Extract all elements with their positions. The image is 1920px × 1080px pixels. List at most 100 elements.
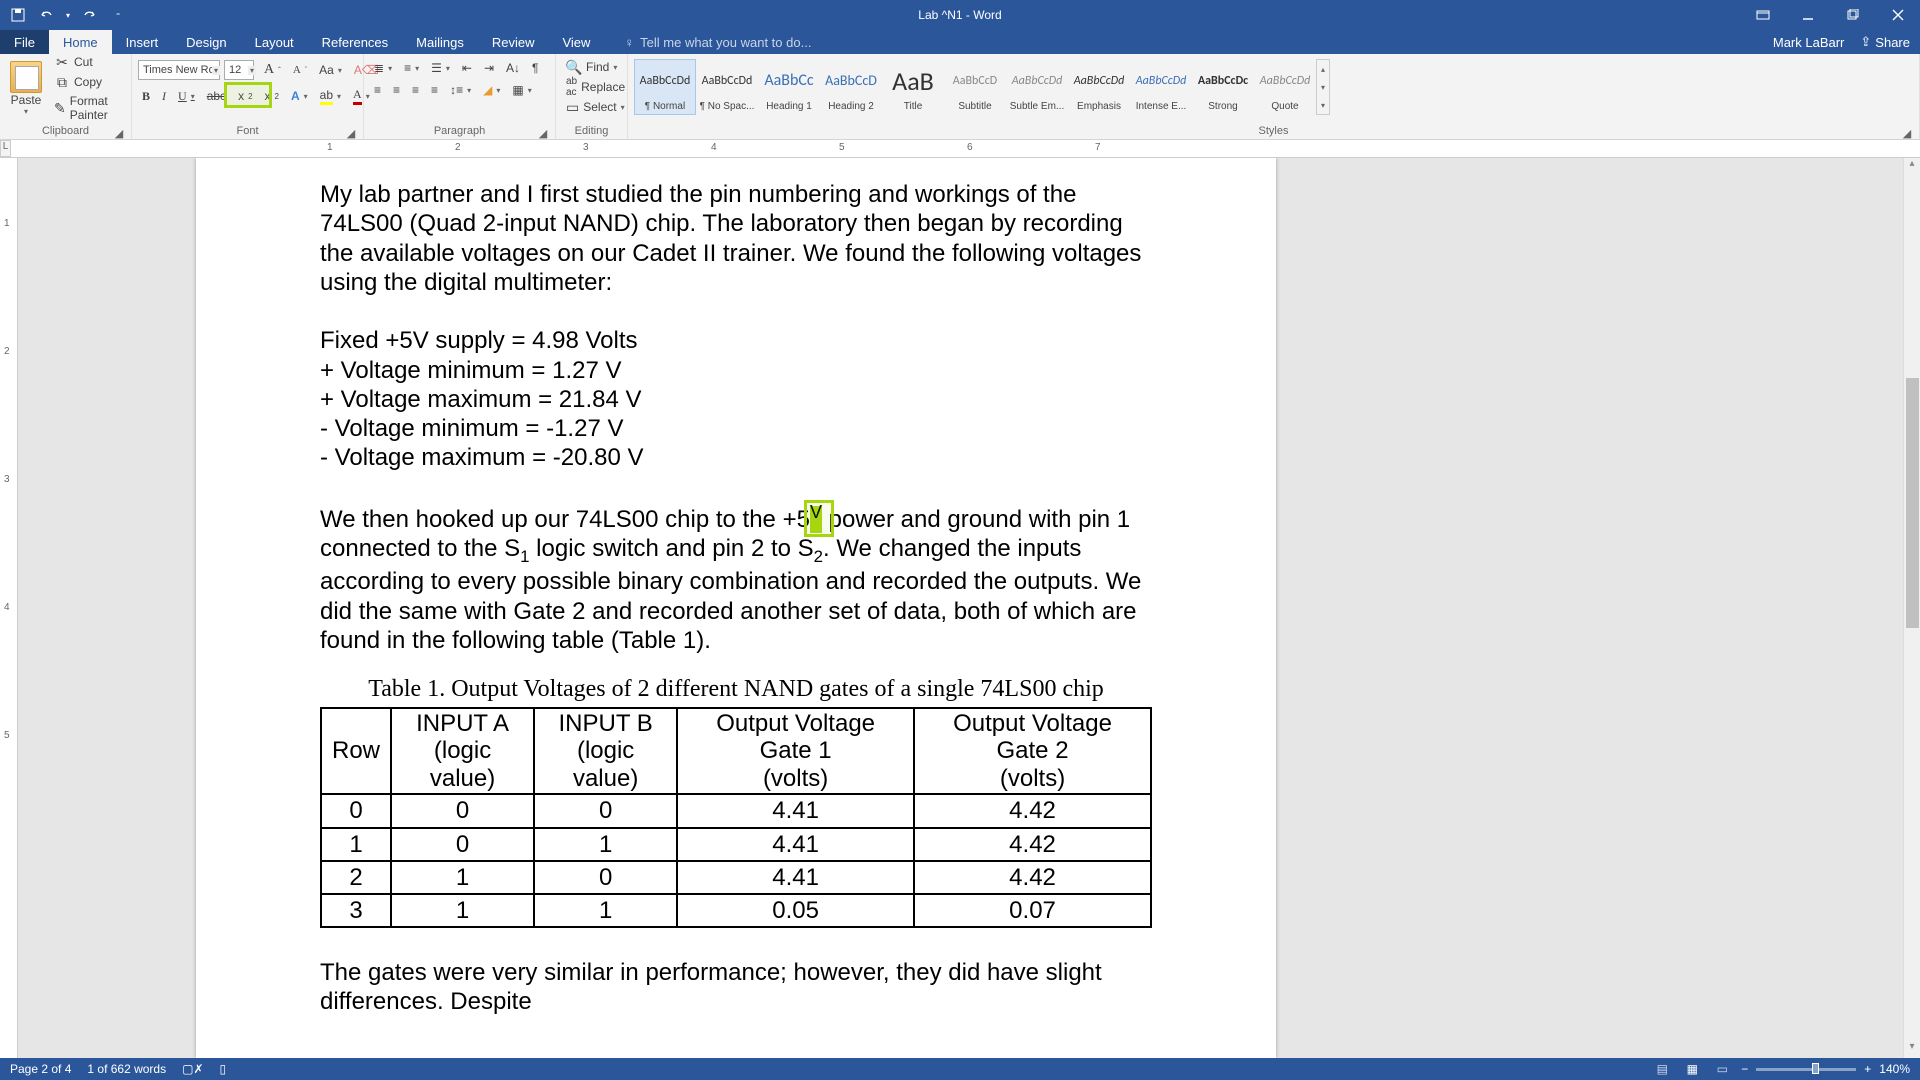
show-marks-button[interactable]: ¶ [528,60,542,76]
body-paragraph[interactable]: The gates were very similar in performan… [320,958,1152,1017]
table-cell[interactable]: 4.42 [914,861,1151,894]
table-cell[interactable]: 1 [534,828,677,861]
select-button[interactable]: ▭Select▾ [562,98,621,116]
format-painter-button[interactable]: ✎Format Painter [50,93,125,123]
tab-selector[interactable]: L [0,140,11,157]
table-cell[interactable]: 3 [321,894,391,927]
align-center-button[interactable]: ≡ [389,82,404,98]
italic-button[interactable]: I [158,88,170,105]
multilevel-button[interactable]: ☰▾ [427,60,454,76]
table-header[interactable]: Output Voltage Gate 1(volts) [677,708,914,795]
align-right-button[interactable]: ≡ [408,82,423,98]
body-paragraph[interactable]: My lab partner and I first studied the p… [320,180,1152,297]
styles-up-icon[interactable]: ▴ [1317,60,1329,78]
paragraph-dialog-launcher[interactable]: ◢ [537,127,549,139]
table-row[interactable]: 0004.414.42 [321,794,1151,827]
style-item[interactable]: AaBbCcDd¶ Normal [634,59,696,115]
grow-font-button[interactable]: Aˆ [260,61,285,79]
table-cell[interactable]: 0 [534,861,677,894]
highlight-button[interactable]: ab▾ [316,87,345,106]
bold-button[interactable]: B [138,88,154,105]
shrink-font-button[interactable]: Aˇ [289,63,311,77]
zoom-out-button[interactable]: − [1741,1062,1748,1076]
minimize-icon[interactable] [1785,0,1830,30]
underline-button[interactable]: U▾ [174,88,199,105]
table-header[interactable]: INPUT B(logic value) [534,708,677,795]
strikethrough-button[interactable]: abc [203,88,230,104]
body-paragraph[interactable]: We then hooked up our 74LS00 chip to the… [320,502,1152,655]
clipboard-dialog-launcher[interactable]: ◢ [113,127,125,139]
table-cell[interactable]: 0 [534,794,677,827]
ribbon-display-icon[interactable] [1740,0,1785,30]
undo-dropdown[interactable]: ▾ [66,11,70,20]
bullets-button[interactable]: ≣▾ [370,60,396,76]
scrollbar-thumb[interactable] [1906,378,1919,628]
maximize-icon[interactable] [1830,0,1875,30]
table-cell[interactable]: 0 [321,794,391,827]
zoom-slider[interactable] [1756,1068,1856,1071]
change-case-button[interactable]: Aa▾ [315,62,346,78]
table-cell[interactable]: 1 [391,894,534,927]
tab-file[interactable]: File [0,30,49,54]
tab-mailings[interactable]: Mailings [402,30,478,54]
table-cell[interactable]: 1 [321,828,391,861]
superscript-button[interactable]: x2 [261,88,283,104]
style-item[interactable]: AaBbCcDdQuote [1254,59,1316,115]
table-cell[interactable]: 2 [321,861,391,894]
print-layout-icon[interactable]: ▦ [1681,1060,1703,1078]
font-name-input[interactable] [138,60,220,80]
table-caption[interactable]: Table 1. Output Voltages of 2 different … [320,675,1152,704]
scroll-down-icon[interactable]: ▾ [1904,1041,1920,1058]
numbering-button[interactable]: ≡▾ [400,60,423,76]
tab-view[interactable]: View [548,30,604,54]
body-line[interactable]: + Voltage minimum = 1.27 V [320,356,1152,385]
tab-review[interactable]: Review [478,30,549,54]
vertical-ruler[interactable]: 12345 [0,158,18,1058]
tab-insert[interactable]: Insert [112,30,173,54]
tab-layout[interactable]: Layout [241,30,308,54]
tab-references[interactable]: References [308,30,402,54]
increase-indent-button[interactable]: ⇥ [480,60,498,76]
page-indicator[interactable]: Page 2 of 4 [10,1062,71,1076]
align-left-button[interactable]: ≡ [370,82,385,98]
sort-button[interactable]: A↓ [502,60,524,76]
undo-icon[interactable] [38,7,54,23]
shading-button[interactable]: ◢▾ [479,82,504,98]
zoom-slider-knob[interactable] [1812,1063,1819,1074]
styles-dialog-launcher[interactable]: ◢ [1901,127,1913,139]
share-button[interactable]: ⇪ Share [1860,34,1910,50]
styles-more-icon[interactable]: ▾ [1317,96,1329,114]
table-cell[interactable]: 4.41 [677,828,914,861]
style-item[interactable]: AaBbCcDdEmphasis [1068,59,1130,115]
text-effects-button[interactable]: A▾ [287,88,312,104]
page[interactable]: My lab partner and I first studied the p… [196,158,1276,1058]
web-layout-icon[interactable]: ▭ [1711,1060,1733,1078]
table-header[interactable]: INPUT A(logic value) [391,708,534,795]
line-spacing-button[interactable]: ↕≡▾ [446,82,475,98]
table-cell[interactable]: 4.41 [677,794,914,827]
body-line[interactable]: Fixed +5V supply = 4.98 Volts [320,326,1152,355]
style-item[interactable]: AaBbCcDSubtitle [944,59,1006,115]
style-item[interactable]: AaBbCcDdIntense E... [1130,59,1192,115]
borders-button[interactable]: ▦▾ [508,82,535,98]
body-line[interactable]: - Voltage minimum = -1.27 V [320,414,1152,443]
table-row[interactable]: 2104.414.42 [321,861,1151,894]
table-cell[interactable]: 0 [391,828,534,861]
table-cell[interactable]: 0.05 [677,894,914,927]
close-icon[interactable] [1875,0,1920,30]
table-cell[interactable]: 0 [391,794,534,827]
styles-down-icon[interactable]: ▾ [1317,78,1329,96]
body-line[interactable]: + Voltage maximum = 21.84 V [320,385,1152,414]
word-count[interactable]: 1 of 662 words [87,1062,166,1076]
style-item[interactable]: AaBbCcDHeading 2 [820,59,882,115]
style-item[interactable]: AaBbCcDcStrong [1192,59,1254,115]
subscript-button[interactable]: x2 [234,88,256,104]
replace-button[interactable]: abacReplace [562,78,621,96]
decrease-indent-button[interactable]: ⇤ [458,60,476,76]
style-item[interactable]: AaBTitle [882,59,944,115]
justify-button[interactable]: ≡ [427,82,442,98]
style-item[interactable]: AaBbCcHeading 1 [758,59,820,115]
copy-button[interactable]: ⧉Copy [50,73,125,91]
redo-icon[interactable] [82,7,98,23]
style-item[interactable]: AaBbCcDd¶ No Spac... [696,59,758,115]
